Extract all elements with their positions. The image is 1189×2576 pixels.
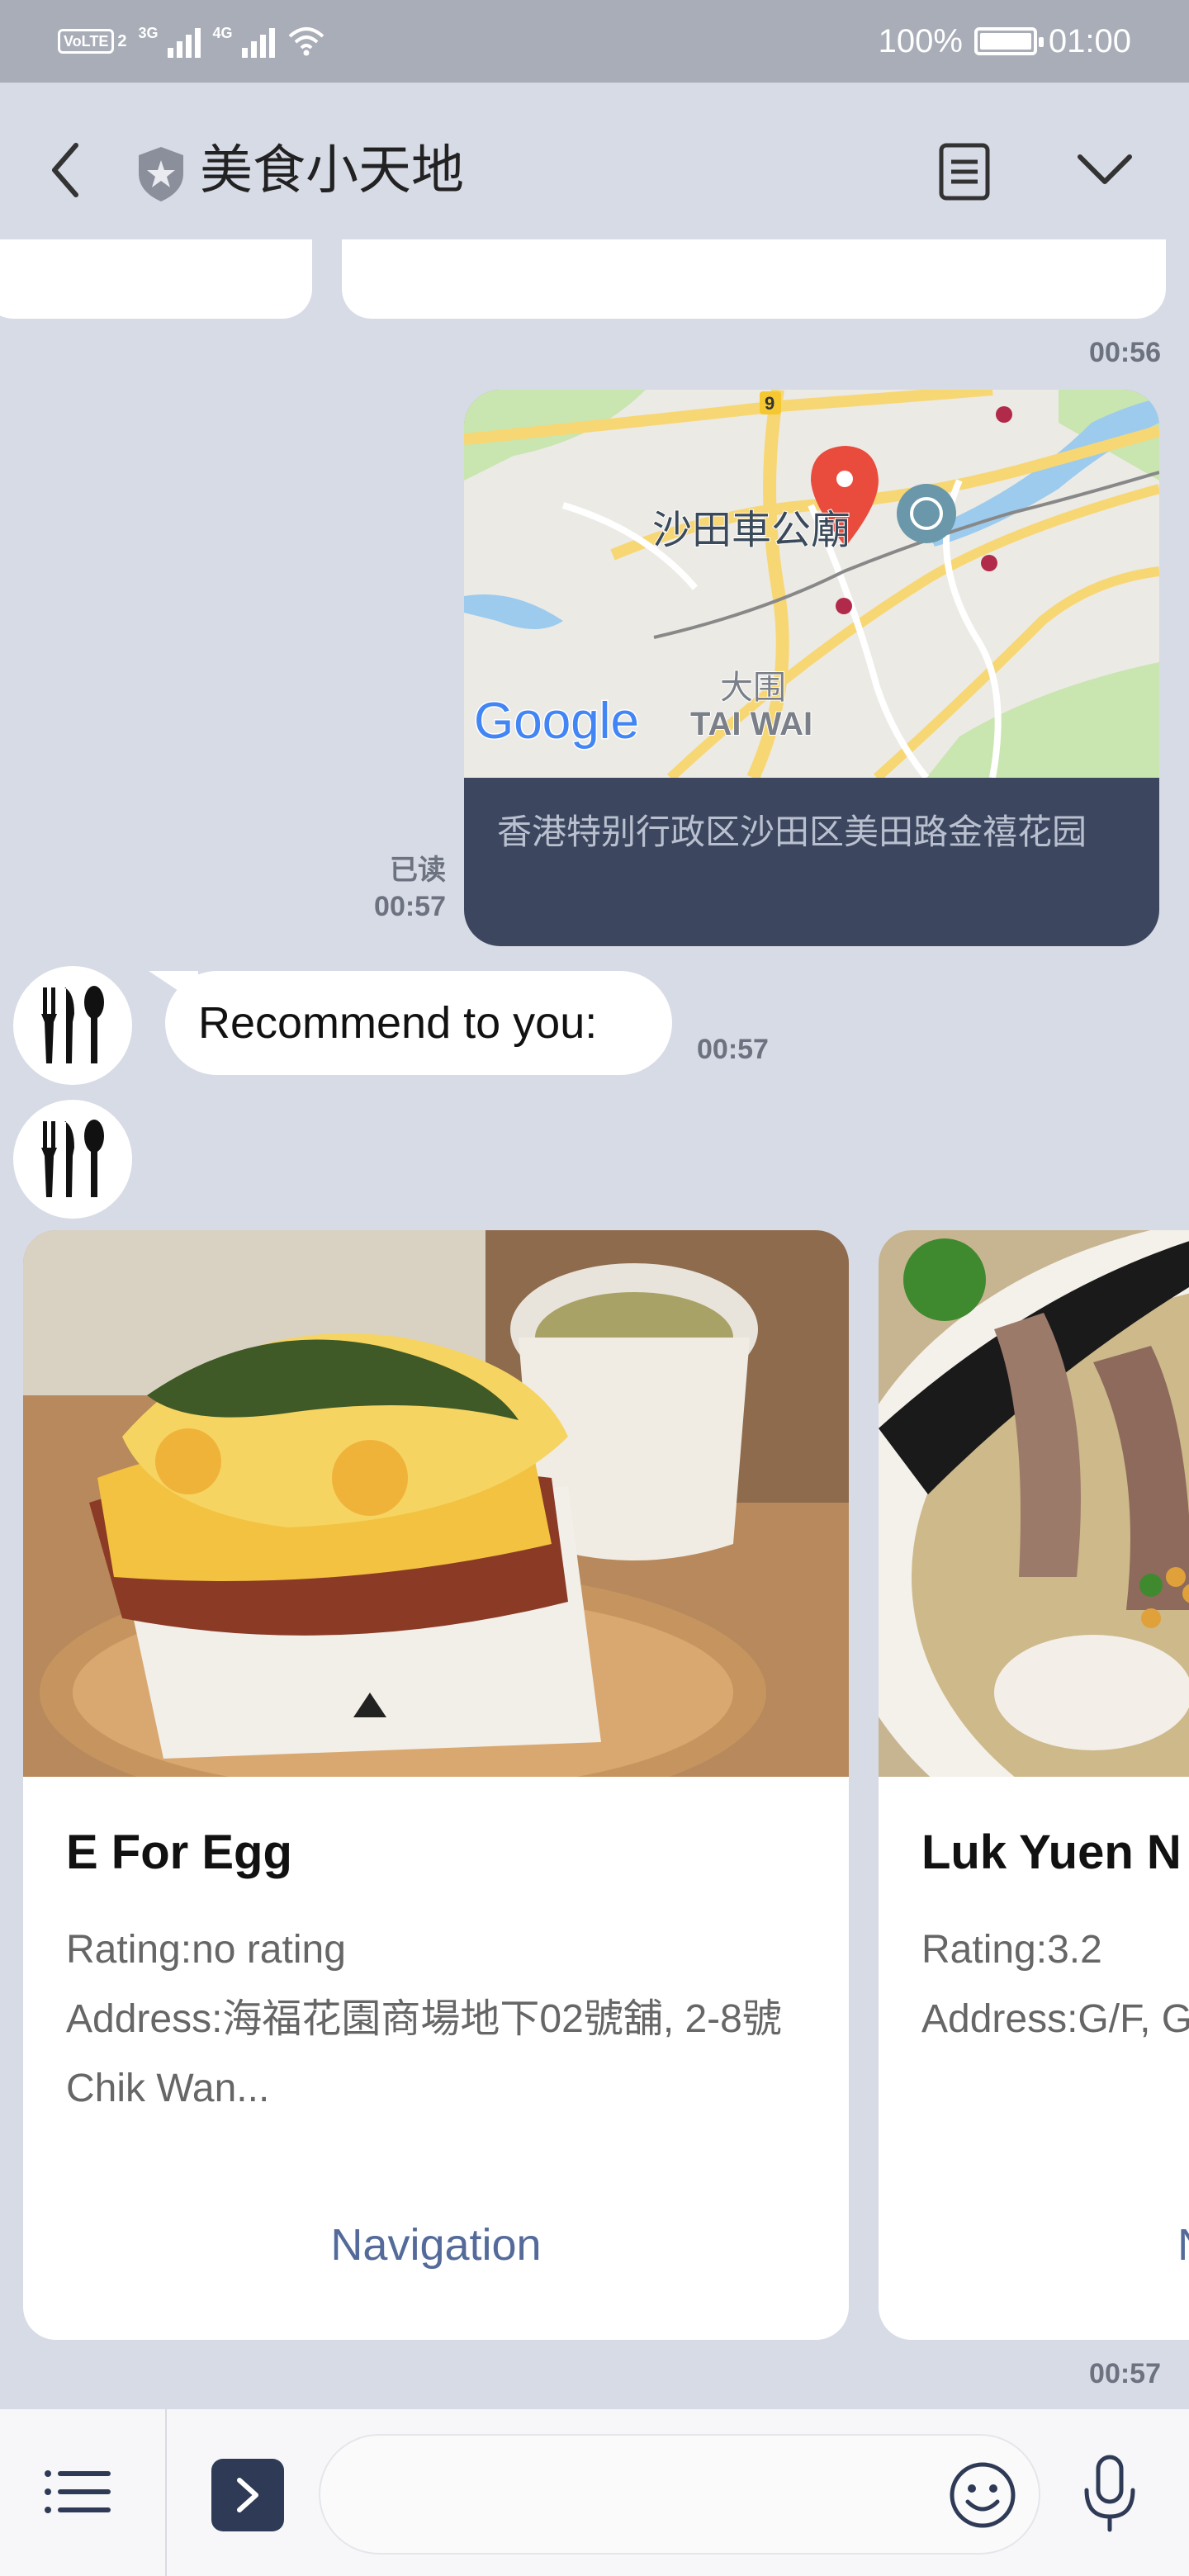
map-route-number: 9: [765, 393, 775, 414]
chat-title: 美食小天地: [200, 140, 464, 200]
restaurant-card[interactable]: E For Egg Rating:no rating Address:海福花園商…: [23, 1230, 849, 2340]
map-place-name: 沙田車公廟: [652, 507, 850, 553]
wifi-icon: [289, 27, 324, 56]
map-district-en: TAI WAI: [690, 706, 812, 742]
google-logo: Google: [474, 693, 639, 750]
shield-star-icon: [139, 147, 183, 201]
previous-message-card: [342, 239, 1166, 319]
chevron-down-icon[interactable]: [1073, 145, 1136, 195]
chevron-right-icon: [237, 2478, 258, 2512]
read-status: 已读: [390, 855, 446, 886]
navigation-button[interactable]: Navigation: [23, 2219, 849, 2271]
restaurant-info: Rating:no rating Address:海福花園商場地下02號舖, 2…: [66, 1915, 816, 2124]
recommend-message: Recommend to you:: [165, 971, 672, 1075]
battery-icon: [973, 27, 1044, 55]
previous-message-card: [0, 239, 312, 319]
bot-avatar[interactable]: [13, 1100, 132, 1219]
restaurant-rating: Rating:3.2: [921, 1928, 1102, 1972]
message-input[interactable]: [319, 2434, 1040, 2555]
microphone-icon[interactable]: [1078, 2452, 1141, 2535]
restaurant-address: Address:G/F, Ga...: [921, 1997, 1189, 2041]
bot-avatar[interactable]: [13, 966, 132, 1085]
clock: 01:00: [1048, 22, 1131, 59]
menu-icon[interactable]: [43, 2467, 112, 2517]
restaurant-name: Luk Yuen N: [921, 1825, 1182, 1879]
chat-header: 美食小天地: [0, 83, 1189, 258]
input-bar: [0, 2409, 1189, 2576]
status-bar-left: VoLTE 2 3G 4G: [58, 20, 326, 63]
signal-icon-2: 4G: [212, 25, 276, 58]
restaurant-photo: [23, 1230, 849, 1777]
message-time: 00:56: [1089, 337, 1161, 368]
map-thumbnail: 9 沙田車公廟 大围 TAI WAI Google: [464, 390, 1159, 778]
signal-icon-1: 3G: [138, 25, 201, 58]
message-time: 00:57: [1089, 2358, 1161, 2389]
message-time: 00:57: [374, 891, 446, 922]
sim-index: 2: [117, 31, 127, 50]
restaurant-card[interactable]: Luk Yuen N Rating:3.2 Address:G/F, Ga...…: [879, 1230, 1189, 2340]
status-bar-right: 100% 01:00: [879, 18, 1131, 64]
cutlery-icon: [41, 986, 104, 1063]
location-message[interactable]: 9 沙田車公廟 大围 TAI WAI Google 香港特别行政区沙田区美田路金…: [464, 390, 1159, 946]
status-bar: VoLTE 2 3G 4G 100% 01:00: [0, 0, 1189, 83]
restaurant-photo: [879, 1230, 1189, 1777]
volte-icon: VoLTE: [58, 29, 115, 54]
navigation-button[interactable]: N: [879, 2219, 1189, 2271]
restaurant-address: Address:海福花園商場地下02號舖, 2-8號 Chik Wan...: [66, 1997, 782, 2110]
chat-screen: VoLTE 2 3G 4G 100% 01:00 美食小天地 00:56 9 沙…: [0, 0, 1189, 2576]
divider: [165, 2409, 167, 2576]
read-receipt: 已读 00:57: [374, 852, 446, 925]
emoji-icon[interactable]: [948, 2460, 1017, 2530]
battery-percent: 100%: [878, 22, 963, 59]
expand-button[interactable]: [211, 2459, 284, 2531]
back-arrow-icon[interactable]: [41, 137, 91, 203]
restaurant-rating: Rating:no rating: [66, 1928, 346, 1972]
cutlery-icon: [41, 1120, 104, 1197]
restaurant-info: Rating:3.2 Address:G/F, Ga...: [921, 1915, 1189, 2054]
location-address: 香港特别行政区沙田区美田路金禧花园: [497, 812, 1087, 851]
map-district-cn: 大围: [720, 669, 786, 707]
notes-icon[interactable]: [933, 140, 996, 203]
message-time: 00:57: [697, 1034, 769, 1065]
restaurant-name: E For Egg: [66, 1825, 292, 1879]
